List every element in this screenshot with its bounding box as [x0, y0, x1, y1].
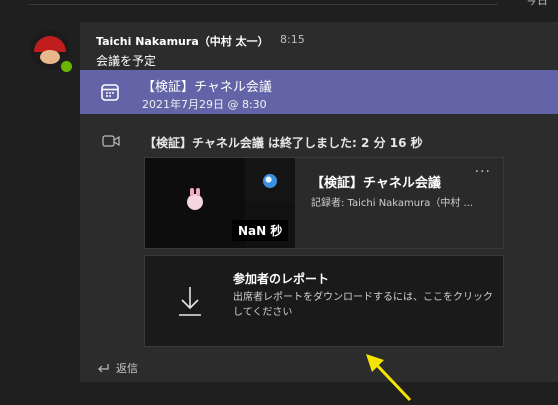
video-call-icon: [102, 135, 120, 147]
more-options-icon[interactable]: ···: [475, 164, 491, 180]
reply-label: 返信: [116, 362, 138, 375]
divider-line: [28, 4, 498, 5]
annotation-arrow-icon: [366, 354, 412, 402]
day-label: 今日: [526, 0, 548, 7]
meeting-card[interactable]: 【検証】チャネル会議 2021年7月29日 @ 8:30: [80, 70, 558, 114]
globe-avatar-icon: [263, 174, 277, 188]
meeting-ended-text: 【検証】チャネル会議 は終了しました: 2 分 16 秒: [144, 136, 423, 150]
attendance-report-description: 出席者レポートをダウンロードするには、ここをクリックしてください: [233, 292, 493, 318]
recording-recorder: 記録者: Taichi Nakamura（中村 ...: [311, 198, 474, 209]
attendance-report-title: 参加者のレポート: [233, 272, 330, 286]
bunny-avatar-icon: [187, 188, 203, 210]
attendance-report-card[interactable]: 参加者のレポート 出席者レポートをダウンロードするには、ここをクリックしてくださ…: [144, 255, 504, 347]
message-time: 8:15: [280, 33, 305, 46]
meeting-title: 【検証】チャネル会議: [142, 80, 272, 95]
download-icon: [179, 287, 201, 316]
recording-title: 【検証】チャネル会議: [311, 176, 441, 191]
message-text: 会議を予定: [96, 54, 157, 68]
presence-available-icon: [59, 59, 74, 74]
message-author[interactable]: Taichi Nakamura（中村 太一）: [96, 33, 269, 49]
recording-card[interactable]: NaN 秒 【検証】チャネル会議 記録者: Taichi Nakamura（中村…: [144, 157, 504, 249]
message-card: Taichi Nakamura（中村 太一） 8:15 会議を予定 【検証】チャ…: [80, 22, 558, 382]
date-divider: 今日: [0, 0, 558, 7]
recording-duration: NaN 秒: [232, 220, 289, 241]
calendar-icon: [101, 84, 119, 101]
recording-thumbnail[interactable]: NaN 秒: [145, 158, 295, 248]
reply-icon: [98, 364, 109, 373]
reply-button[interactable]: 返信: [96, 360, 138, 376]
meeting-datetime: 2021年7月29日 @ 8:30: [142, 98, 267, 111]
